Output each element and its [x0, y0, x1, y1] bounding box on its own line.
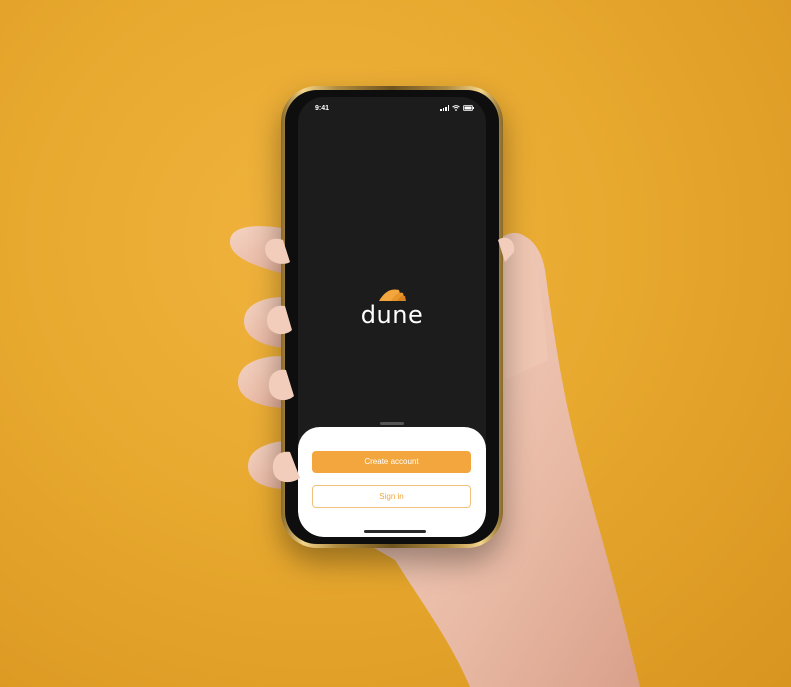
create-account-button[interactable]: Create account: [312, 451, 471, 473]
status-icons: [440, 105, 474, 111]
bottom-sheet: Create account Sign in: [298, 427, 486, 537]
phone-screen: 9:41 dune Create account Sign in: [298, 97, 486, 537]
phone-frame: 9:41 dune Create account Sign in: [281, 86, 503, 548]
battery-icon: [463, 105, 474, 111]
status-time: 9:41: [315, 105, 330, 112]
signal-icon: [440, 105, 449, 111]
wifi-icon: [452, 105, 460, 111]
sign-in-button[interactable]: Sign in: [312, 485, 471, 508]
app-logo: dune: [298, 287, 486, 329]
home-indicator: [364, 530, 426, 533]
app-name: dune: [360, 301, 424, 329]
sheet-drag-handle[interactable]: [380, 422, 404, 425]
